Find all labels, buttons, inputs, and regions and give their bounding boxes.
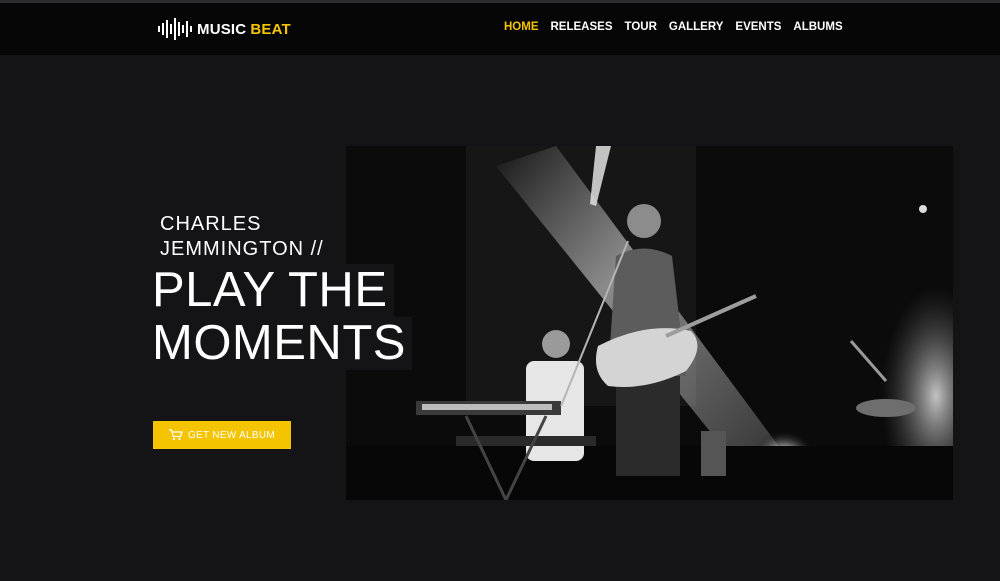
cta-label: GET NEW ALBUM xyxy=(187,429,276,441)
sound-wave-icon xyxy=(158,18,192,40)
nav-releases[interactable]: RELEASES xyxy=(551,21,613,33)
brand-word-music: MUSIC xyxy=(197,20,247,38)
headline-line-1: PLAY THE xyxy=(146,264,394,317)
nav-albums[interactable]: ALBUMS xyxy=(793,21,842,33)
nav-events[interactable]: EVENTS xyxy=(735,21,781,33)
artist-name: CHARLES JEMMINGTON // xyxy=(160,212,360,262)
artist-first-name: CHARLES xyxy=(160,213,262,235)
nav-gallery[interactable]: GALLERY xyxy=(669,21,724,33)
brand-name: MUSIC BEAT xyxy=(197,21,291,38)
headline-line-2: MOMENTS xyxy=(146,317,412,370)
hero-concert-photo xyxy=(346,146,953,500)
brand-word-beat: BEAT xyxy=(250,20,291,38)
nav-tour[interactable]: TOUR xyxy=(625,21,657,33)
artist-last-name: JEMMINGTON // xyxy=(160,238,324,260)
main-nav: HOME RELEASES TOUR GALLERY EVENTS ALBUMS xyxy=(504,21,855,33)
navbar: MUSIC BEAT HOME RELEASES TOUR GALLERY EVE… xyxy=(0,3,1000,55)
brand-logo[interactable]: MUSIC BEAT xyxy=(158,18,291,40)
get-new-album-button[interactable]: GET NEW ALBUM xyxy=(153,421,291,449)
cart-icon xyxy=(168,429,183,441)
concert-photo-illustration xyxy=(346,146,953,500)
nav-home[interactable]: HOME xyxy=(504,21,539,33)
hero-headline: PLAY THE MOMENTS xyxy=(146,264,412,370)
